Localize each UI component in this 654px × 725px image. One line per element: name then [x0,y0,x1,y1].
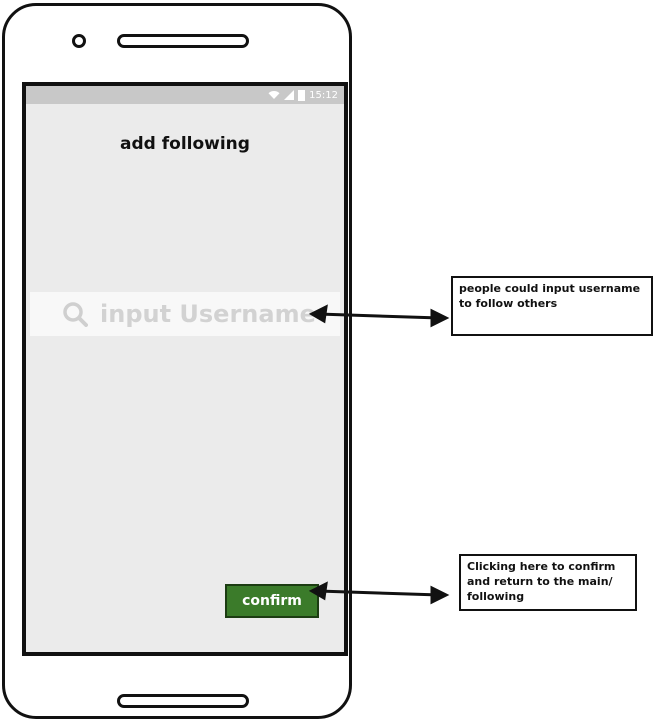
annotation-confirm: Clicking here to confirm and return to t… [459,554,637,611]
annotation-arrows [308,304,450,605]
annotation-username: people could input username to follow ot… [451,276,653,336]
username-arrow [308,304,450,328]
confirm-arrow [308,581,450,605]
